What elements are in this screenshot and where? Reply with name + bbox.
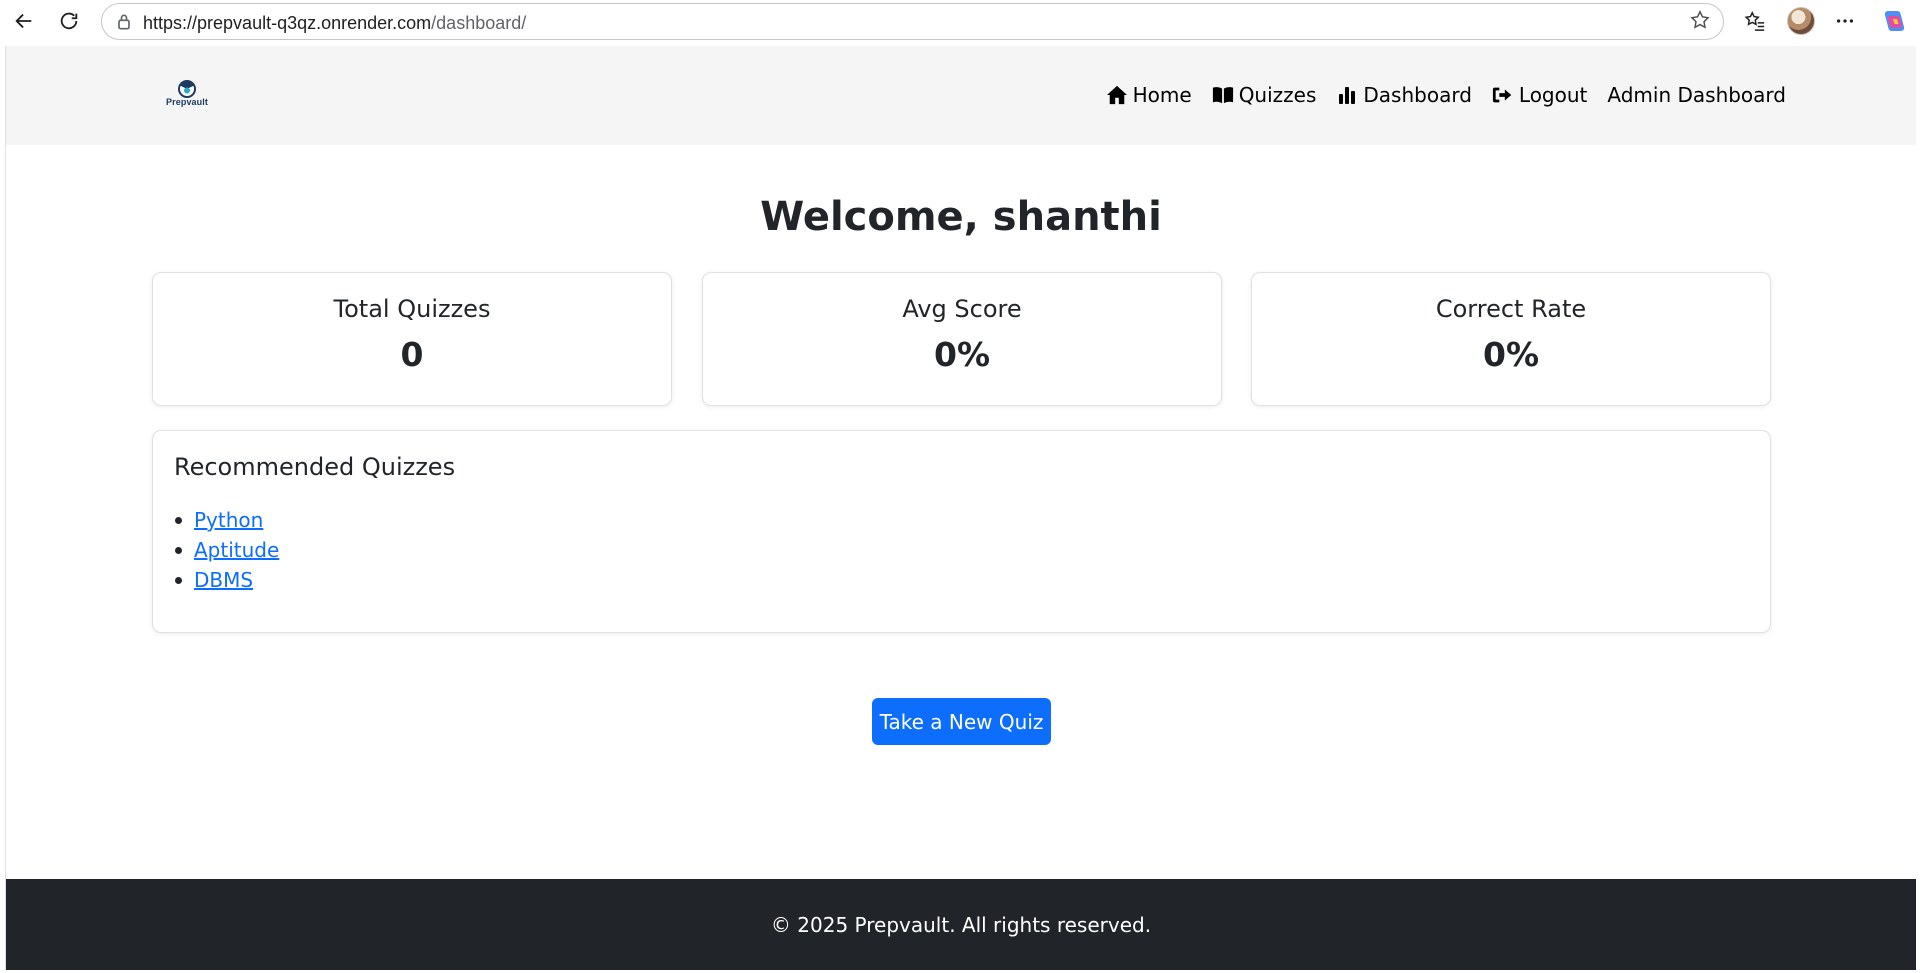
stat-value: 0%: [933, 335, 991, 374]
chart-bar-icon: [1339, 87, 1356, 104]
bullet: [175, 546, 182, 554]
welcome-heading: Welcome, shanthi: [760, 194, 1162, 240]
stat-title: Avg Score: [902, 295, 1022, 323]
stat-card-correct-rate: Correct Rate 0%: [1251, 272, 1771, 406]
page-viewport: Prepvault Home Quizzes Dashboard Logout …: [5, 46, 1916, 970]
nav-dashboard-link[interactable]: Dashboard: [1336, 83, 1472, 107]
nav-admin-dashboard-link[interactable]: Admin Dashboard: [1607, 83, 1786, 107]
list-item: Aptitude: [175, 535, 279, 565]
take-new-quiz-button[interactable]: Take a New Quiz: [872, 698, 1051, 745]
nav-home-label: Home: [1132, 83, 1192, 107]
stat-card-avg-score: Avg Score 0%: [702, 272, 1222, 406]
bullet: [175, 516, 182, 524]
book-icon: [1212, 87, 1233, 104]
quiz-link-aptitude[interactable]: Aptitude: [194, 538, 279, 562]
stat-title: Correct Rate: [1435, 295, 1587, 323]
stat-title: Total Quizzes: [333, 295, 491, 323]
logout-icon: [1492, 87, 1512, 103]
list-item: Python: [175, 505, 279, 535]
nav-admin-dashboard-label: Admin Dashboard: [1607, 83, 1786, 107]
stat-card-total-quizzes: Total Quizzes 0: [152, 272, 672, 406]
address-bar[interactable]: https://prepvault-q3qz.onrender.com/dash…: [101, 3, 1724, 40]
nav-quizzes-link[interactable]: Quizzes: [1212, 83, 1317, 107]
url-path: /dashboard/: [431, 13, 527, 33]
brand-logo[interactable]: Prepvault: [159, 78, 215, 114]
stat-value: 0%: [1482, 335, 1540, 374]
profile-avatar[interactable]: [1787, 7, 1815, 35]
favorites-icon[interactable]: [1742, 8, 1768, 34]
recommended-quizzes-card: Recommended Quizzes Python Aptitude DBMS: [152, 430, 1771, 633]
nav-home-link[interactable]: Home: [1106, 83, 1192, 107]
navbar: Prepvault Home Quizzes Dashboard Logout …: [6, 46, 1916, 145]
footer-copyright: © 2025 Prepvault. All rights reserved.: [770, 912, 1152, 937]
favorite-star-icon[interactable]: [1689, 9, 1711, 31]
brand-name: Prepvault: [166, 97, 208, 107]
footer: © 2025 Prepvault. All rights reserved.: [6, 879, 1916, 970]
url-text[interactable]: https://prepvault-q3qz.onrender.com/dash…: [143, 13, 526, 34]
nav-logout-label: Logout: [1518, 83, 1588, 107]
url-host: https://prepvault-q3qz.onrender.com: [143, 13, 432, 33]
quiz-link-python[interactable]: Python: [194, 508, 263, 532]
graduation-cap-icon: [178, 80, 196, 98]
nav-dashboard-label: Dashboard: [1363, 83, 1472, 107]
browser-toolbar: https://prepvault-q3qz.onrender.com/dash…: [0, 0, 1920, 43]
nav-links: Home Quizzes Dashboard Logout Admin Dash…: [1086, 82, 1786, 108]
list-item: DBMS: [175, 565, 279, 595]
more-menu-icon[interactable]: [1832, 8, 1858, 34]
recommended-quizzes-list: Python Aptitude DBMS: [175, 505, 279, 595]
back-arrow-icon[interactable]: [11, 8, 37, 34]
nav-quizzes-label: Quizzes: [1238, 83, 1317, 107]
nav-logout-link[interactable]: Logout: [1492, 83, 1587, 107]
stat-value: 0: [400, 335, 424, 374]
recommended-quizzes-title: Recommended Quizzes: [174, 453, 456, 481]
quiz-link-dbms[interactable]: DBMS: [194, 568, 253, 592]
reload-icon[interactable]: [56, 8, 82, 34]
site-info-icon[interactable]: [114, 12, 134, 32]
copilot-icon[interactable]: [1880, 7, 1908, 35]
bullet: [175, 576, 182, 584]
home-icon: [1106, 85, 1127, 105]
